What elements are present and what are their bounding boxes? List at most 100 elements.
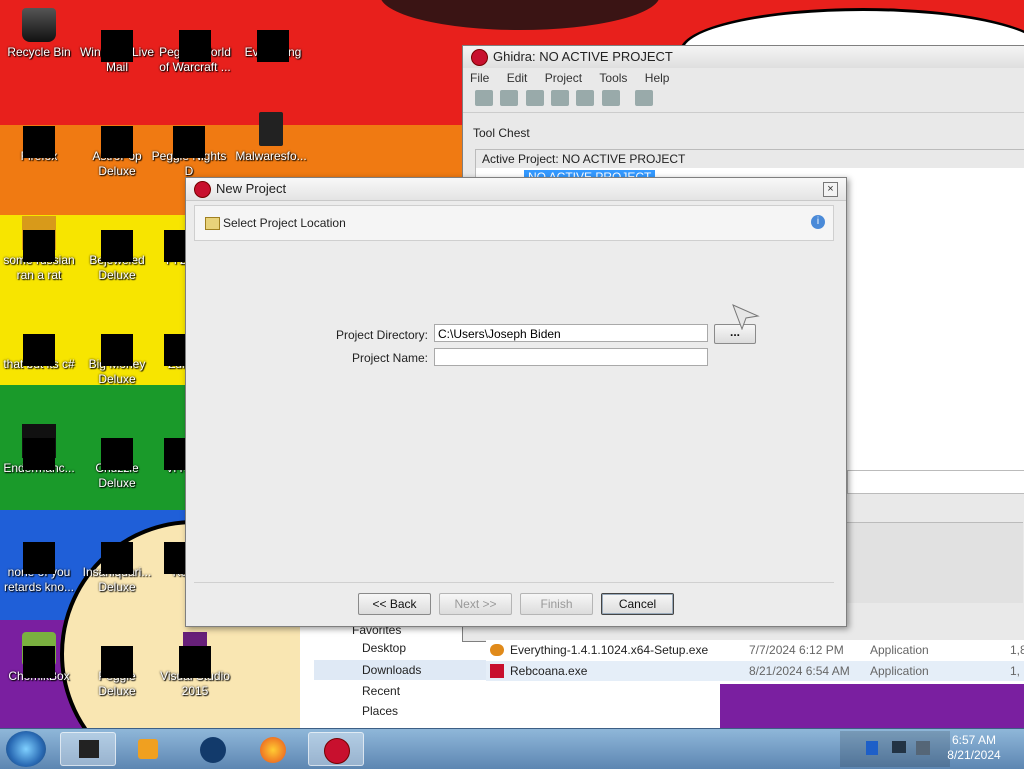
network-icon[interactable] [892,741,906,753]
taskbar-firefox[interactable] [245,732,301,766]
ghidra-title: Ghidra: NO ACTIVE PROJECT [493,49,673,64]
desktop-icon-none-of-you[interactable]: none of you retards kno... [0,528,78,595]
redaction [23,230,55,262]
file-row[interactable]: Everything-1.4.1.1024.x64-Setup.exe 7/7/… [486,640,1024,660]
recycle-bin-icon [22,8,56,42]
desktop-icon-label: Recycle Bin [7,45,71,59]
menu-project[interactable]: Project [538,68,589,88]
desktop-icon-windows-live-mail[interactable]: Windows Live Mail [78,8,156,75]
redaction [179,30,211,62]
menu-edit[interactable]: Edit [500,68,535,88]
desktop-icon-chuzzle[interactable]: Chuzzle Deluxe [78,424,156,491]
project-directory-label: Project Directory: [335,328,428,342]
clock-date: 8/21/2024 [947,748,1001,762]
explorer-file-list: Everything-1.4.1.1024.x64-Setup.exe 7/7/… [486,640,1024,684]
desktop-icon-russian-rat[interactable]: some russian ran a rat [0,216,78,283]
redaction [23,438,55,470]
start-button[interactable] [6,731,46,767]
rebcoana-file-icon [490,664,504,678]
tray-icon[interactable] [866,741,878,755]
taskbar-media-player[interactable] [120,732,176,766]
file-type: Application [870,664,929,678]
toolbar-tool-icon[interactable] [551,90,570,106]
toolbar-tool-icon[interactable] [525,90,544,106]
redaction [23,126,55,158]
toolbar-tool-icon[interactable] [475,90,493,106]
file-row[interactable]: Rebcoana.exe 8/21/2024 6:54 AM Applicati… [486,661,1024,681]
redaction [23,334,55,366]
desktop-icon-peggle-nights[interactable]: Peggle Nights D [150,112,228,179]
desktop-icon-everything[interactable]: Everything [234,8,312,62]
volume-icon[interactable] [916,741,930,755]
active-project-label: Active Project: NO ACTIVE PROJECT [476,150,1024,168]
desktop-icon-label: Malwaresfo... [235,149,307,163]
redaction [179,646,211,678]
ghidra-lower-panel-2 [847,522,1023,603]
cancel-button[interactable]: Cancel [601,593,674,615]
redaction [101,30,133,62]
redaction [173,126,205,158]
folder-icon [205,217,220,230]
ghidra-toolbar [463,88,1024,113]
ghidra-logo-icon [194,181,211,198]
new-project-dialog: New Project × Select Project Location i … [185,177,847,627]
taskbar: 6:57 AM 8/21/2024 [0,728,1024,769]
nav-recent-places[interactable]: Recent Places [362,681,400,718]
desktop-icon-that-but-csharp[interactable]: that but its c# [0,320,78,372]
dialog-header: Select Project Location i [194,205,834,241]
mouse-cursor-icon [732,304,760,330]
menu-file[interactable]: File [463,68,496,88]
tool-chest-label: Tool Chest [473,126,530,140]
file-size: 1,8 [1010,643,1024,657]
desktop-icon-recycle-bin[interactable]: Recycle Bin [0,8,78,60]
desktop-icon-malwaresfo[interactable]: Malwaresfo... [232,112,310,164]
toolbar-tool-icon[interactable] [500,90,519,106]
dialog-title: New Project [216,181,287,196]
refresh-icon[interactable] [635,90,654,106]
toolbar-tool-icon[interactable] [576,90,595,106]
desktop-icon-peggle-wow[interactable]: Peggle World of Warcraft ... [156,8,234,75]
desktop-icon-peggle-deluxe[interactable]: Peggle Deluxe [78,632,156,699]
desktop-icon-firefox[interactable]: Firefox [0,112,78,164]
info-icon[interactable]: i [811,215,825,229]
taskbar-app-window[interactable] [60,732,116,766]
clock-time: 6:57 AM [951,733,997,747]
next-button[interactable]: Next >> [439,593,512,615]
clock[interactable]: 6:57 AM 8/21/2024 [944,733,1004,763]
system-tray [840,731,950,767]
menu-tools[interactable]: Tools [592,68,634,88]
desktop-icon-bejeweled[interactable]: Bejeweled Deluxe [78,216,156,283]
file-type: Application [870,643,929,657]
desktop-icon-astropop[interactable]: AstroPop Deluxe [78,112,156,179]
menu-help[interactable]: Help [638,68,677,88]
toolbar-tool-icon[interactable] [601,90,620,106]
desktop-icon-endermanc[interactable]: Endermanc... [0,424,78,476]
ghidra-icon [324,738,350,764]
ghidra-titlebar[interactable]: Ghidra: NO ACTIVE PROJECT [463,46,1024,68]
desktop-icon-visual-studio[interactable]: Visual Studio 2015 [156,632,234,699]
file-date: 8/21/2024 6:54 AM [749,664,850,678]
desktop-icon-big-money[interactable]: Big Money Deluxe [78,320,156,387]
redaction [23,542,55,574]
file-date: 7/7/2024 6:12 PM [749,643,844,657]
dialog-titlebar[interactable]: New Project × [186,178,846,201]
taskbar-app-globe[interactable] [185,732,241,766]
dialog-header-text: Select Project Location [223,216,346,230]
close-icon[interactable]: × [823,182,838,197]
project-name-label: Project Name: [351,351,428,365]
project-name-field[interactable] [434,348,708,366]
window-icon [79,740,99,758]
back-button[interactable]: << Back [358,593,431,615]
redaction [23,646,55,678]
nav-desktop[interactable]: Desktop [362,638,406,658]
project-directory-field[interactable]: C:\Users\Joseph Biden [434,324,708,342]
redaction [101,230,133,262]
redaction [257,30,289,62]
desktop-icon-chomikbox[interactable]: ChomikBox [0,632,78,684]
ghidra-lower-panel [847,470,1024,494]
desktop-icon-insaniquarium[interactable]: Insaniquari... Deluxe [78,528,156,595]
finish-button[interactable]: Finish [520,593,593,615]
taskbar-ghidra[interactable] [308,732,364,766]
file-size: 1, [1010,664,1021,678]
file-name: Rebcoana.exe [510,664,588,678]
